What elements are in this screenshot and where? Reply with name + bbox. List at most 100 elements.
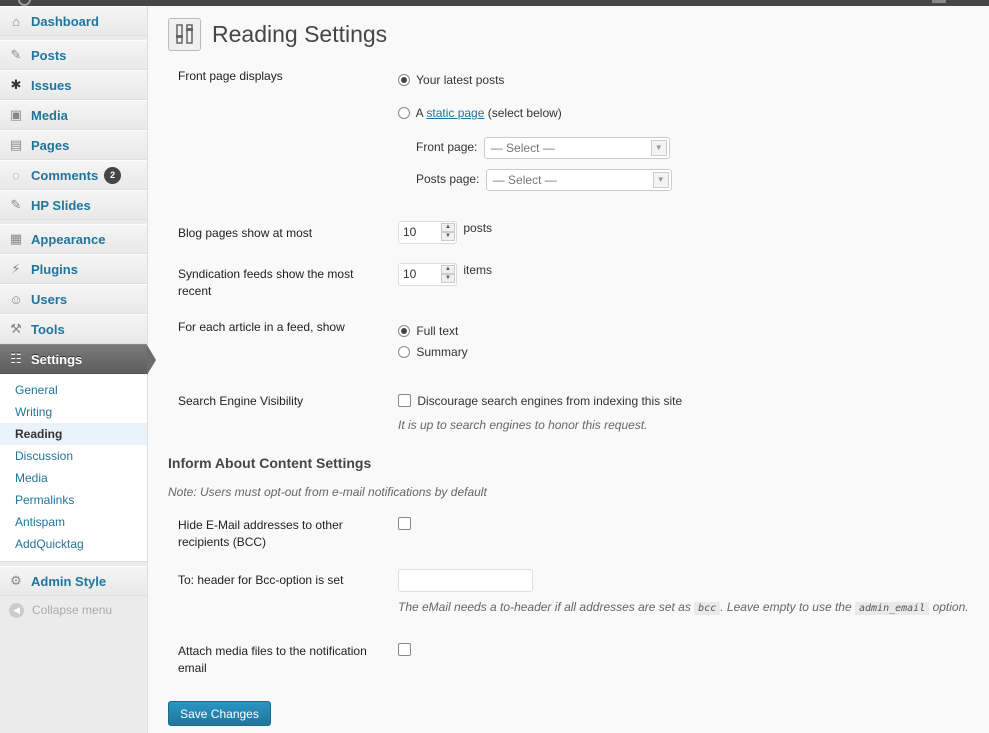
collapse-arrow-icon: ◀ bbox=[9, 602, 24, 618]
menu-label: Plugins bbox=[31, 261, 78, 277]
radio-full-text[interactable] bbox=[398, 325, 410, 337]
front-page-select[interactable]: — Select — ▼ bbox=[483, 137, 670, 159]
menu-plugins[interactable]: ⚡ Plugins bbox=[0, 254, 147, 284]
radio-static-page[interactable] bbox=[398, 107, 410, 119]
submenu-discussion[interactable]: Discussion bbox=[0, 445, 147, 467]
spin-down-icon[interactable]: ▼ bbox=[441, 274, 455, 283]
radio-summary[interactable] bbox=[398, 346, 410, 358]
menu-label: Admin Style bbox=[31, 573, 107, 589]
menu-label: Comments bbox=[31, 167, 99, 183]
desc-text: option. bbox=[932, 600, 969, 614]
code-bcc: bcc bbox=[694, 602, 721, 615]
submenu-reading[interactable]: Reading bbox=[0, 423, 147, 445]
admin-bar-item[interactable] bbox=[932, 0, 946, 3]
radio-label-suffix: (select below) bbox=[487, 106, 562, 120]
option-static-page[interactable]: A static page (select below) bbox=[398, 106, 562, 120]
radio-label: A bbox=[415, 106, 424, 120]
submenu-general[interactable]: General bbox=[0, 379, 147, 401]
to-header-input[interactable] bbox=[398, 569, 533, 592]
blog-pages-unit: posts bbox=[463, 221, 493, 235]
feeds-spinner[interactable]: 10 ▲ ▼ bbox=[398, 263, 457, 286]
spin-down-icon[interactable]: ▼ bbox=[441, 232, 455, 241]
bug-icon: ✱ bbox=[10, 77, 22, 92]
option-summary[interactable]: Summary bbox=[398, 345, 468, 359]
option-latest-posts[interactable]: Your latest posts bbox=[398, 73, 504, 87]
to-header-field bbox=[398, 569, 533, 595]
seo-description: It is up to search engines to honor this… bbox=[398, 418, 648, 432]
page-header: Reading Settings bbox=[168, 6, 989, 62]
radio-label: Summary bbox=[416, 345, 468, 359]
radio-label: Full text bbox=[416, 324, 459, 338]
seo-checkbox[interactable] bbox=[398, 394, 411, 407]
posts-page-select-label: Posts page: bbox=[416, 172, 480, 187]
pushpin-icon: ✎ bbox=[10, 197, 22, 212]
submenu-addquicktag[interactable]: AddQuicktag bbox=[0, 533, 147, 555]
menu-label: Appearance bbox=[31, 231, 106, 247]
main-content: Reading Settings Front page displays You… bbox=[168, 6, 989, 726]
comment-bubble-icon: ◌ bbox=[12, 167, 20, 183]
desc-text: The eMail needs a to-header if all addre… bbox=[398, 600, 691, 614]
chevron-down-icon: ▼ bbox=[652, 172, 669, 188]
menu-comments[interactable]: ◌ Comments 2 bbox=[0, 160, 147, 190]
menu-tools[interactable]: ⚒ Tools bbox=[0, 314, 147, 344]
select-value: — Select — bbox=[492, 173, 557, 187]
submenu-antispam[interactable]: Antispam bbox=[0, 511, 147, 533]
hide-email-checkbox[interactable] bbox=[398, 517, 411, 530]
option-full-text[interactable]: Full text bbox=[398, 324, 458, 338]
save-changes-button[interactable]: Save Changes bbox=[168, 701, 271, 726]
menu-dashboard[interactable]: ⌂ Dashboard bbox=[0, 6, 147, 36]
settings-submenu: General Writing Reading Discussion Media… bbox=[0, 374, 147, 562]
menu-label: Dashboard bbox=[31, 13, 99, 29]
collapse-menu-button[interactable]: ◀ Collapse menu bbox=[0, 596, 147, 624]
submenu-media[interactable]: Media bbox=[0, 467, 147, 489]
comment-count-badge: 2 bbox=[104, 166, 122, 184]
dashboard-icon: ⌂ bbox=[12, 13, 20, 29]
collapse-label: Collapse menu bbox=[32, 603, 113, 617]
pushpin-icon: ✎ bbox=[10, 47, 22, 62]
radio-latest-posts[interactable] bbox=[398, 74, 410, 86]
spin-up-icon[interactable]: ▲ bbox=[441, 265, 455, 274]
feed-article-label: For each article in a feed, show bbox=[178, 320, 345, 334]
users-icon: ☺ bbox=[9, 291, 23, 307]
seo-checkbox-row[interactable]: Discourage search engines from indexing … bbox=[398, 394, 682, 408]
seo-label: Search Engine Visibility bbox=[178, 394, 304, 408]
blog-pages-spinner[interactable]: 10 ▲ ▼ bbox=[398, 221, 457, 244]
menu-pages[interactable]: ▤ Pages bbox=[0, 130, 147, 160]
desc-text: . Leave empty to use the bbox=[720, 600, 852, 614]
chevron-down-icon: ▼ bbox=[650, 140, 667, 156]
blog-pages-field: 10 ▲ ▼ posts bbox=[398, 221, 492, 244]
menu-label: Posts bbox=[31, 47, 67, 63]
menu-appearance[interactable]: ▦ Appearance bbox=[0, 224, 147, 254]
menu-label: Issues bbox=[31, 77, 72, 93]
menu-posts[interactable]: ✎ Posts bbox=[0, 40, 147, 70]
to-header-label: To: header for Bcc-option is set bbox=[178, 573, 344, 587]
menu-settings[interactable]: ☷ Settings bbox=[0, 344, 156, 375]
menu-label: Pages bbox=[31, 137, 70, 153]
pages-icon: ▤ bbox=[9, 137, 23, 152]
posts-page-select[interactable]: — Select — ▼ bbox=[485, 169, 672, 191]
static-page-link[interactable]: static page bbox=[426, 106, 484, 120]
menu-label: Users bbox=[31, 291, 68, 307]
spin-up-icon[interactable]: ▲ bbox=[441, 223, 455, 232]
submenu-permalinks[interactable]: Permalinks bbox=[0, 489, 147, 511]
gear-icon: ⚙ bbox=[10, 573, 22, 588]
media-icon: ▣ bbox=[9, 107, 23, 122]
menu-admin-style[interactable]: ⚙ Admin Style bbox=[0, 566, 147, 596]
menu-label: Media bbox=[31, 107, 68, 123]
radio-label: Your latest posts bbox=[416, 73, 505, 87]
posts-page-select-row: Posts page: — Select — ▼ bbox=[416, 169, 672, 191]
submenu-writing[interactable]: Writing bbox=[0, 401, 147, 423]
menu-media[interactable]: ▣ Media bbox=[0, 100, 147, 130]
settings-icon: ☷ bbox=[10, 351, 22, 366]
appearance-icon: ▦ bbox=[9, 231, 23, 246]
menu-issues[interactable]: ✱ Issues bbox=[0, 70, 147, 100]
menu-hp-slides[interactable]: ✎ HP Slides bbox=[0, 190, 147, 220]
plug-icon: ⚡ bbox=[11, 261, 21, 276]
attach-media-checkbox[interactable] bbox=[398, 643, 411, 656]
inform-note: Note: Users must opt-out from e-mail not… bbox=[168, 485, 487, 499]
front-page-select-label: Front page: bbox=[416, 140, 478, 155]
menu-users[interactable]: ☺ Users bbox=[0, 284, 147, 314]
feeds-label: Syndication feeds show the most recent bbox=[178, 267, 354, 298]
code-admin-email: admin_email bbox=[855, 602, 930, 615]
front-page-select-row: Front page: — Select — ▼ bbox=[416, 137, 670, 159]
